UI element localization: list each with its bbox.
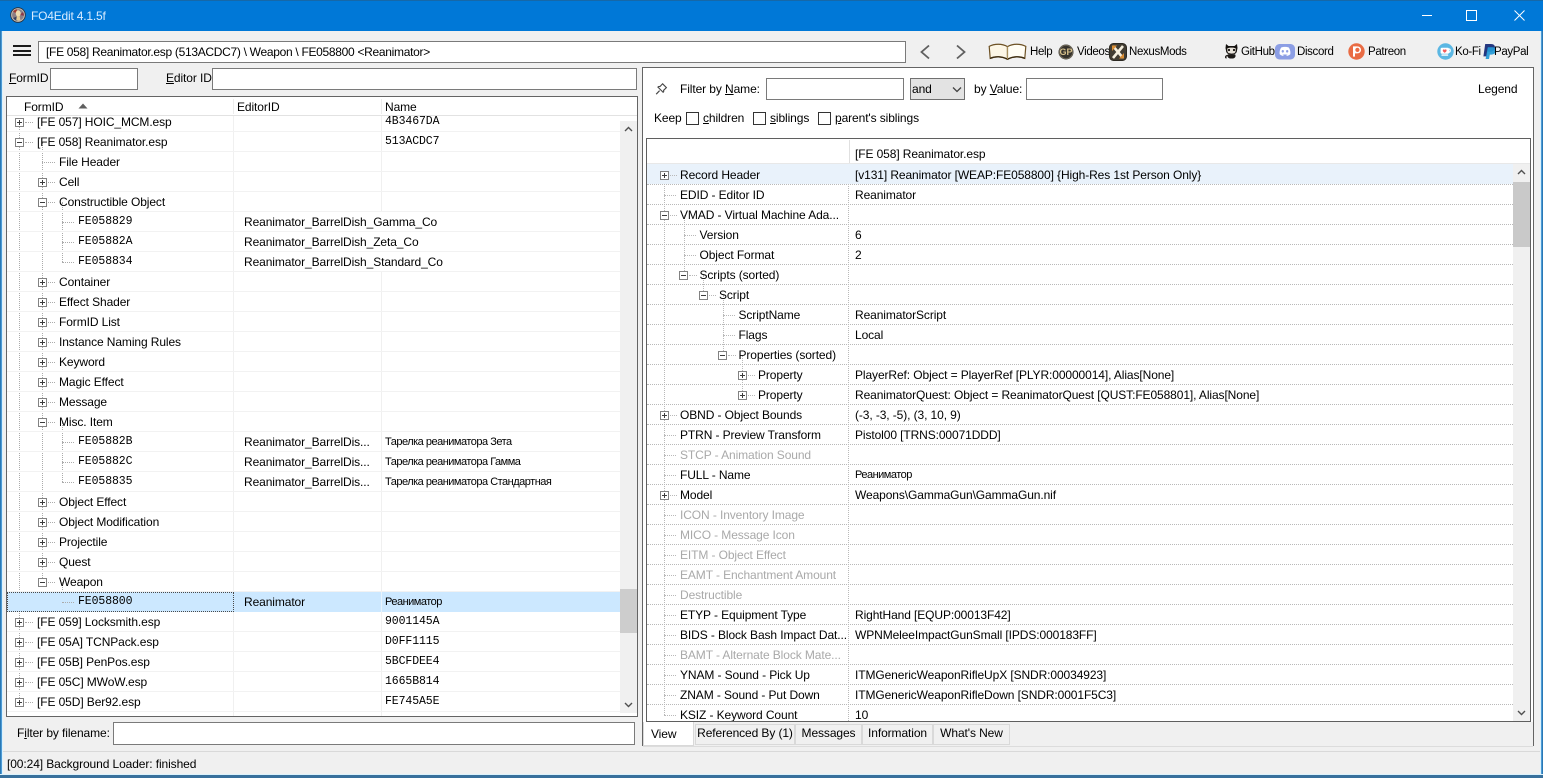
svg-text:GP: GP [1059, 47, 1072, 57]
